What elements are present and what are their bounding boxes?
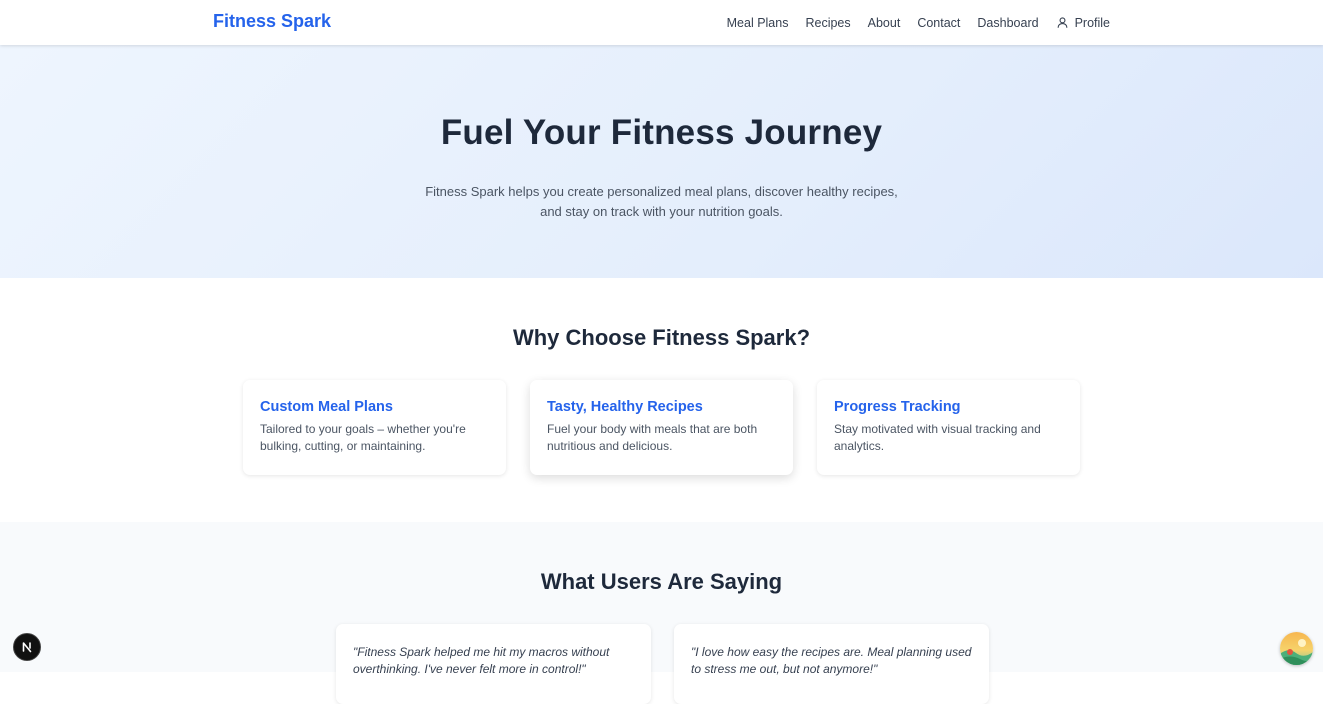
nav-link-meal-plans[interactable]: Meal Plans [727,16,789,30]
testimonial-card: "Fitness Spark helped me hit my macros w… [336,624,651,704]
profile-label: Profile [1074,15,1110,30]
testimonials-section: What Users Are Saying "Fitness Spark hel… [0,522,1323,704]
nav-link-about[interactable]: About [868,16,901,30]
site-logo[interactable]: Fitness Spark [213,11,331,32]
feature-title: Custom Meal Plans [260,399,393,415]
testimonials-title: What Users Are Saying [540,569,783,594]
feature-description: Tailored to your goals – whether you're … [260,422,466,453]
main-nav: Meal Plans Recipes About Contact Dashboa… [727,0,1110,45]
nav-link-recipes[interactable]: Recipes [805,16,850,30]
feature-description: Stay motivated with visual tracking and … [834,422,1041,453]
testimonial-card: "I love how easy the recipes are. Meal p… [674,624,989,704]
nav-link-dashboard[interactable]: Dashboard [977,16,1038,30]
feature-card-custom-meal-plans: Custom Meal Plans Tailored to your goals… [243,380,506,475]
nav-link-contact[interactable]: Contact [917,16,960,30]
hero-subtitle: Fitness Spark helps you create personali… [425,184,898,219]
nav-link-profile[interactable]: Profile [1056,16,1110,30]
features-title: Why Choose Fitness Spark? [512,325,811,350]
user-icon [1056,16,1069,29]
site-header: Fitness Spark Meal Plans Recipes About C… [0,0,1323,45]
avatar-image[interactable] [1280,632,1313,665]
feature-card-progress-tracking: Progress Tracking Stay motivated with vi… [817,380,1080,475]
feature-title: Progress Tracking [834,399,961,415]
hero-title: Fuel Your Fitness Journey [440,113,883,152]
features-section: Why Choose Fitness Spark? Custom Meal Pl… [0,278,1323,522]
hero-section: Fuel Your Fitness Journey Fitness Spark … [0,45,1323,278]
testimonial-quote: "I love how easy the recipes are. Meal p… [691,645,972,676]
feature-card-healthy-recipes: Tasty, Healthy Recipes Fuel your body wi… [530,380,793,475]
next-logo-icon[interactable] [13,633,41,661]
feature-title: Tasty, Healthy Recipes [547,399,703,415]
testimonial-quote: "Fitness Spark helped me hit my macros w… [353,645,610,676]
feature-description: Fuel your body with meals that are both … [547,422,758,453]
